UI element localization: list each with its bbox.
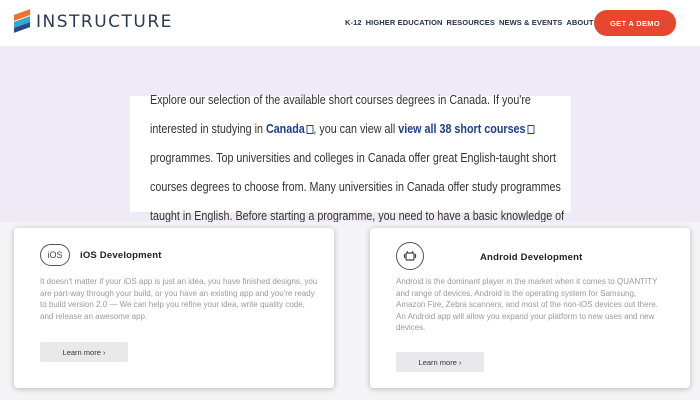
link-canada[interactable]: Canada — [266, 122, 305, 136]
android-icon — [396, 242, 424, 270]
nav-item-resources[interactable]: RESOURCES — [447, 18, 495, 27]
instructure-logo-icon — [14, 9, 30, 33]
learn-more-button[interactable]: Learn more › — [40, 342, 128, 362]
logo[interactable]: INSTRUCTURE — [14, 9, 173, 33]
link-view-all-courses[interactable]: view all 38 short courses — [398, 122, 525, 136]
card-description-line-2: An Android app will allow you expand you… — [396, 311, 655, 333]
android-development-card: Android Development Android is the domin… — [370, 228, 690, 388]
card-description: Android is the dominant player in the ma… — [396, 276, 666, 334]
card-title: iOS Development — [80, 250, 162, 261]
ios-development-card: iOS iOS Development It doesn't matter if… — [14, 228, 334, 388]
card-description-line-1: Android is the dominant player in the ma… — [396, 277, 658, 309]
nav-item-news-events[interactable]: NEWS & EVENTS — [499, 18, 562, 27]
nav-item-k12[interactable]: K-12 — [345, 18, 362, 27]
site-header: INSTRUCTURE K-12 HIGHER EDUCATION RESOUR… — [0, 0, 700, 46]
card-title: Android Development — [480, 252, 583, 263]
nav-item-higher-education[interactable]: HIGHER EDUCATION — [366, 18, 443, 27]
hero-text-2: , you can view all — [313, 122, 399, 136]
logo-text: INSTRUCTURE — [36, 12, 173, 32]
get-a-demo-button[interactable]: GET A DEMO — [594, 10, 676, 36]
learn-more-button[interactable]: Learn more › — [396, 352, 484, 372]
main-nav: K-12 HIGHER EDUCATION RESOURCES NEWS & E… — [345, 18, 606, 27]
card-description: It doesn't matter if your iOS app is jus… — [40, 277, 318, 321]
external-link-icon — [306, 125, 314, 134]
ios-icon: iOS — [40, 244, 70, 266]
external-link-icon — [527, 125, 535, 134]
